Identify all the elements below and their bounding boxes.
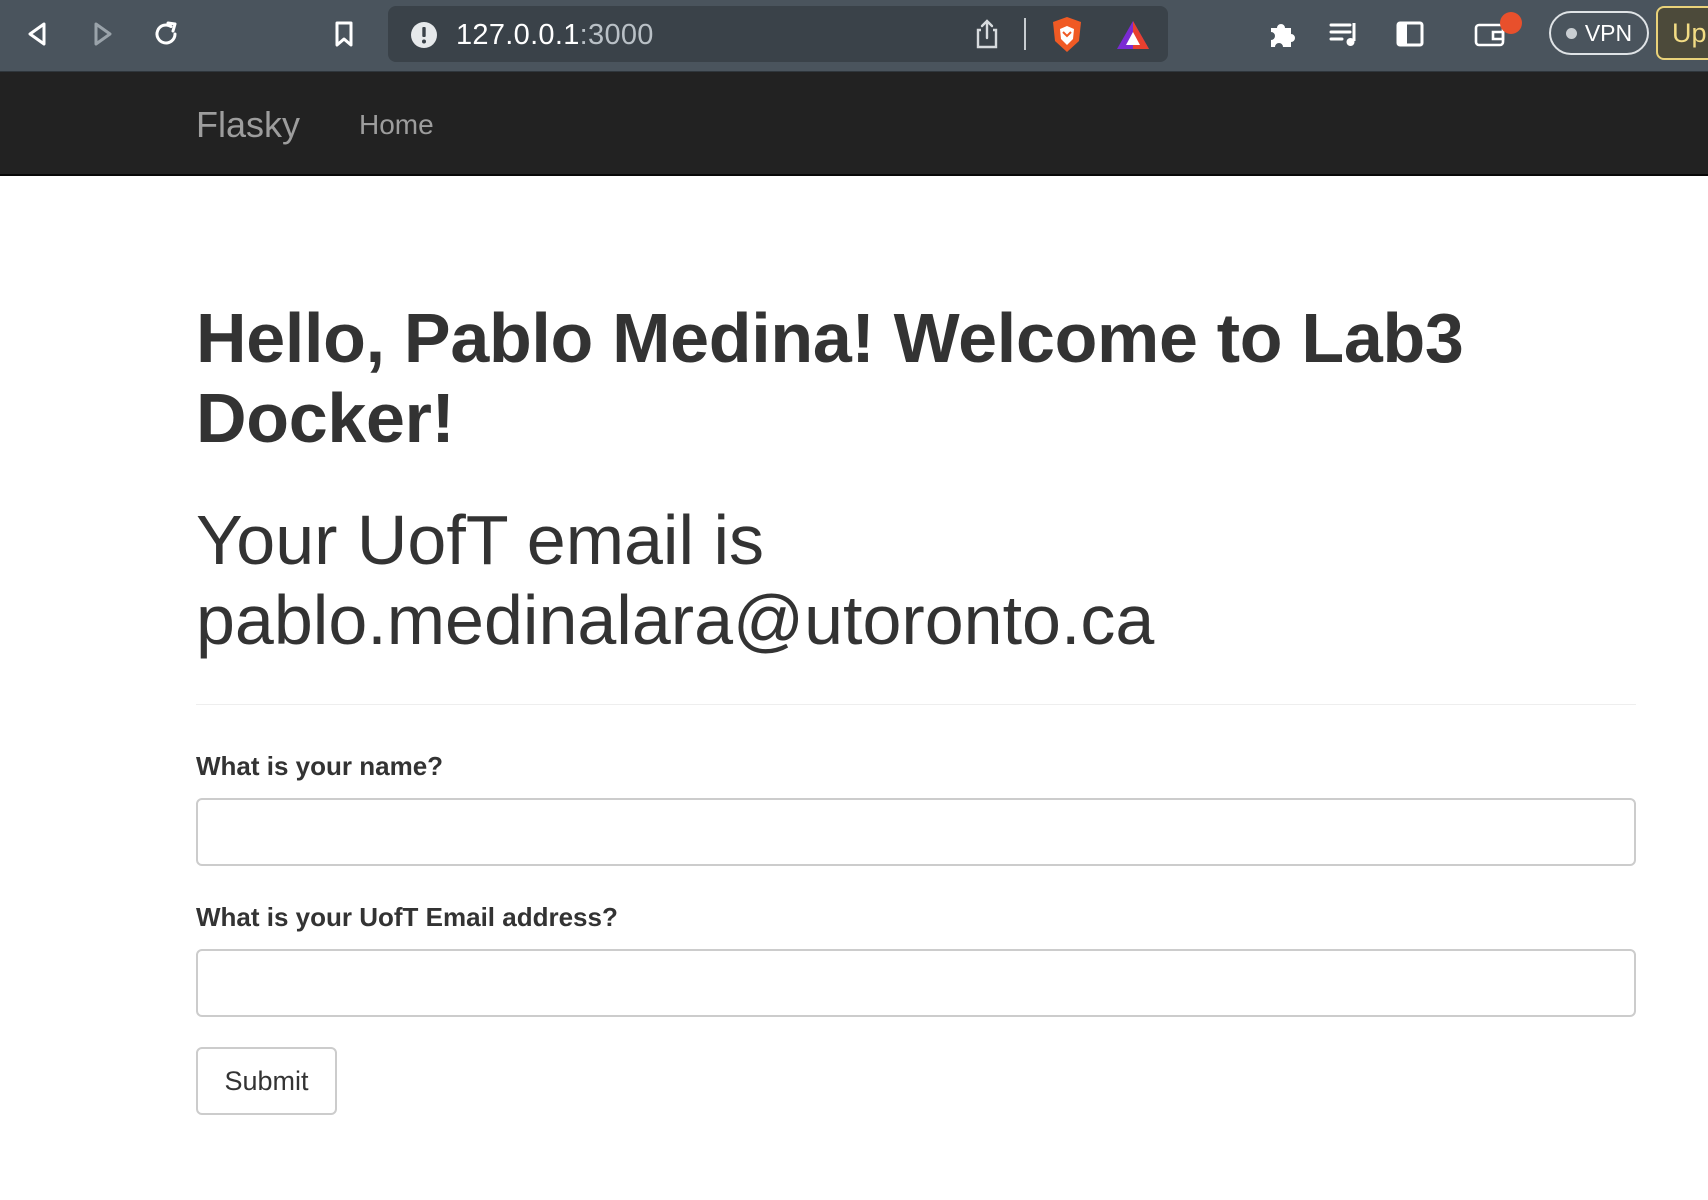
vpn-status-dot <box>1565 27 1577 39</box>
forward-button[interactable] <box>82 14 122 54</box>
address-bar[interactable]: 127.0.0.1:3000 <box>388 6 1168 62</box>
email-input[interactable] <box>196 949 1636 1017</box>
wallet-notification-badge <box>1500 12 1522 34</box>
name-input[interactable] <box>196 798 1636 866</box>
vpn-button[interactable]: VPN <box>1549 11 1649 55</box>
page-header-divider <box>196 704 1636 705</box>
url-divider <box>1024 18 1026 50</box>
extensions-icon <box>1271 24 1295 47</box>
url-host: 127.0.0.1 <box>456 19 580 51</box>
page-content: Hello, Pablo Medina! Welcome to Lab3 Doc… <box>196 176 1636 1115</box>
sidebar-icon <box>1396 21 1424 47</box>
extensions-button[interactable] <box>1262 14 1302 54</box>
update-label: Up <box>1672 18 1707 48</box>
email-label: What is your UofT Email address? <box>196 902 618 932</box>
reload-icon <box>155 21 177 45</box>
brave-shields-icon[interactable] <box>1048 15 1086 55</box>
site-navbar: Flasky Home <box>0 72 1708 176</box>
sidebar-button[interactable] <box>1390 14 1430 54</box>
name-label: What is your name? <box>196 751 444 781</box>
url-text[interactable]: 127.0.0.1:3000 <box>456 19 654 52</box>
navbar-brand[interactable]: Flasky <box>196 104 300 146</box>
bookmark-icon <box>335 21 353 47</box>
vpn-label: VPN <box>1584 19 1633 46</box>
user-form: What is your name? What is your UofT Ema… <box>196 751 1636 1115</box>
browser-toolbar: 127.0.0.1:3000 VPN Up <box>0 0 1708 72</box>
share-icon[interactable] <box>972 18 1002 50</box>
brave-rewards-icon[interactable] <box>1114 18 1152 52</box>
update-button[interactable]: Up <box>1656 6 1708 60</box>
url-port: :3000 <box>579 19 654 51</box>
email-heading-line-2: pablo.medinalara@utoronto.ca <box>196 581 1155 659</box>
bookmark-button[interactable] <box>324 14 364 54</box>
email-heading: Your UofT email is pablo.medinalara@utor… <box>196 500 1636 660</box>
back-button[interactable] <box>18 14 58 54</box>
reload-button[interactable] <box>146 14 186 54</box>
site-info-icon[interactable] <box>410 21 438 49</box>
playlist-button[interactable] <box>1325 14 1365 54</box>
greeting-heading: Hello, Pablo Medina! Welcome to Lab3 Doc… <box>196 299 1464 457</box>
forward-icon <box>94 22 112 46</box>
submit-button[interactable]: Submit <box>196 1047 337 1115</box>
back-icon <box>28 22 46 46</box>
nav-link-home[interactable]: Home <box>359 109 434 141</box>
playlist-icon <box>1329 23 1356 46</box>
email-heading-line-1: Your UofT email is <box>196 501 765 579</box>
